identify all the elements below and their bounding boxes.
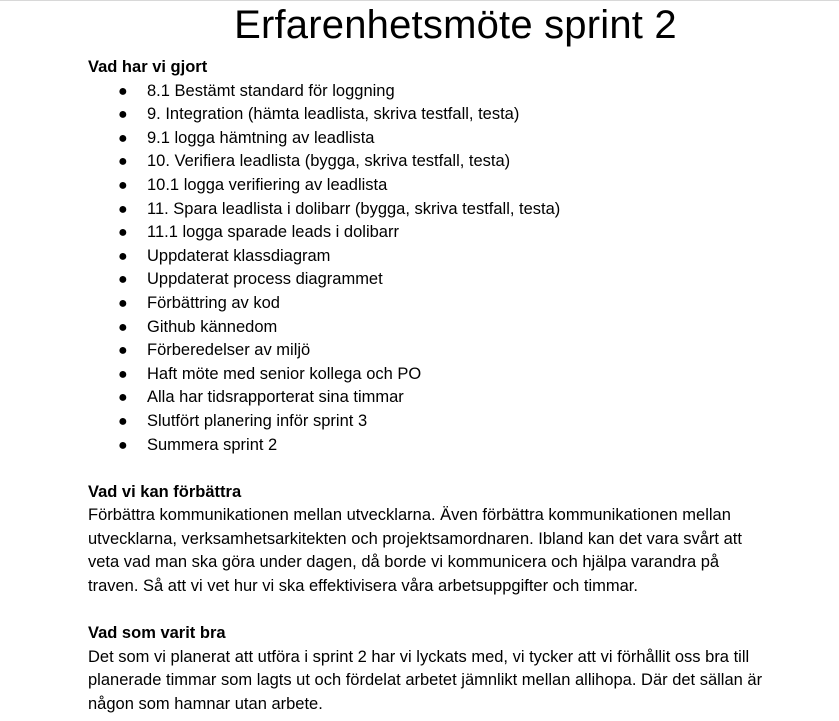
list-item: ● 10.1 logga verifiering av leadlista: [88, 174, 833, 198]
list-item: ● 9.1 logga hämtning av leadlista: [88, 127, 833, 151]
list-item-text: Github kännedom: [147, 317, 278, 336]
list-item-text: 11. Spara leadlista i dolibarr (bygga, s…: [147, 199, 561, 218]
list-item: ● 9. Integration (hämta leadlista, skriva…: [88, 103, 833, 127]
list-item-text: Förberedelser av miljö: [147, 341, 311, 360]
list-item-text: Slutfört planering inför sprint 3: [147, 411, 368, 430]
bullet-icon: ●: [118, 271, 128, 289]
document-content: Vad har vi gjort ● 8.1 Bestämt standard f…: [88, 56, 833, 717]
good-paragraph: Det som vi planerat att utföra i sprint …: [88, 646, 833, 717]
list-item: ● 11.1 logga sparade leads i dolibarr: [88, 221, 833, 245]
document-title: Erfarenhetsmöte sprint 2: [234, 3, 677, 47]
list-item-text: 10. Verifiera leadlista (bygga, skriva t…: [147, 152, 511, 171]
list-item-text: Uppdaterat klassdiagram: [147, 246, 331, 265]
paragraph-line: någon som hamnar utan arbete.: [88, 695, 323, 714]
bullet-icon: ●: [118, 318, 128, 336]
bullet-icon: ●: [118, 247, 128, 265]
bullet-icon: ●: [118, 365, 128, 383]
bullet-icon: ●: [118, 412, 128, 430]
section-heading-improve: Vad vi kan förbättra: [88, 482, 242, 501]
list-item: ● Förberedelser av miljö: [88, 339, 833, 363]
paragraph-line: Det som vi planerat att utföra i sprint …: [88, 647, 750, 666]
list-item-text: 8.1 Bestämt standard för loggning: [147, 81, 395, 100]
list-item: ● Förbättring av kod: [88, 292, 833, 316]
list-item: ● Alla har tidsrapporterat sina timmar: [88, 386, 833, 410]
document-page: Erfarenhetsmöte sprint 2 Vad har vi gjor…: [0, 0, 839, 721]
list-item-text: 11.1 logga sparade leads i dolibarr: [147, 223, 399, 242]
list-item: ● 11. Spara leadlista i dolibarr (bygga, …: [88, 198, 833, 222]
bullet-icon: ●: [118, 389, 128, 407]
list-item-text: Alla har tidsrapporterat sina timmar: [147, 388, 404, 407]
list-item: ● Summera sprint 2: [88, 434, 833, 458]
paragraph-line: Förbättra kommunikationen mellan utveckl…: [88, 506, 731, 525]
list-item-text: 9. Integration (hämta leadlista, skriva …: [147, 105, 520, 124]
bullet-icon: ●: [118, 200, 128, 218]
paragraph-line: utvecklarna, verksamhetsarkitekten och p…: [88, 529, 742, 548]
list-item-text: Uppdaterat process diagrammet: [147, 270, 383, 289]
list-item-text: Haft möte med senior kollega och PO: [147, 364, 422, 383]
bullet-icon: ●: [118, 129, 128, 147]
bullet-icon: ●: [118, 176, 128, 194]
list-item-text: Förbättring av kod: [147, 293, 280, 312]
list-item: ● Uppdaterat process diagrammet: [88, 268, 833, 292]
bullet-icon: ●: [118, 342, 128, 360]
section-heading-done: Vad har vi gjort: [88, 58, 208, 76]
list-item: ● Slutfört planering inför sprint 3: [88, 410, 833, 434]
bullet-icon: ●: [118, 153, 128, 171]
paragraph-line: veta vad man ska göra under dagen, då bo…: [88, 553, 720, 572]
list-item: ● Uppdaterat klassdiagram: [88, 245, 833, 269]
list-item: ● Github kännedom: [88, 316, 833, 340]
list-item-text: 9.1 logga hämtning av leadlista: [147, 128, 375, 147]
bullet-icon: ●: [118, 294, 128, 312]
list-item: ● 8.1 Bestämt standard för loggning: [88, 80, 833, 104]
improve-paragraph: Förbättra kommunikationen mellan utveckl…: [88, 504, 833, 598]
bullet-icon: ●: [118, 106, 128, 124]
bullet-icon: ●: [118, 436, 128, 454]
list-item: ● 10. Verifiera leadlista (bygga, skriva …: [88, 150, 833, 174]
bullet-icon: ●: [118, 82, 128, 100]
list-item-text: 10.1 logga verifiering av leadlista: [147, 175, 388, 194]
paragraph-line: traven. Så att vi vet hur vi ska effekti…: [88, 577, 638, 596]
bullet-icon: ●: [118, 224, 128, 242]
list-item-text: Summera sprint 2: [147, 435, 278, 454]
list-item: ● Haft möte med senior kollega och PO: [88, 363, 833, 387]
paragraph-line: planerade timmar som lagts ut och fördel…: [88, 671, 763, 690]
section-heading-good: Vad som varit bra: [88, 624, 226, 643]
done-list: ● 8.1 Bestämt standard för loggning ● 9. In…: [88, 80, 833, 458]
